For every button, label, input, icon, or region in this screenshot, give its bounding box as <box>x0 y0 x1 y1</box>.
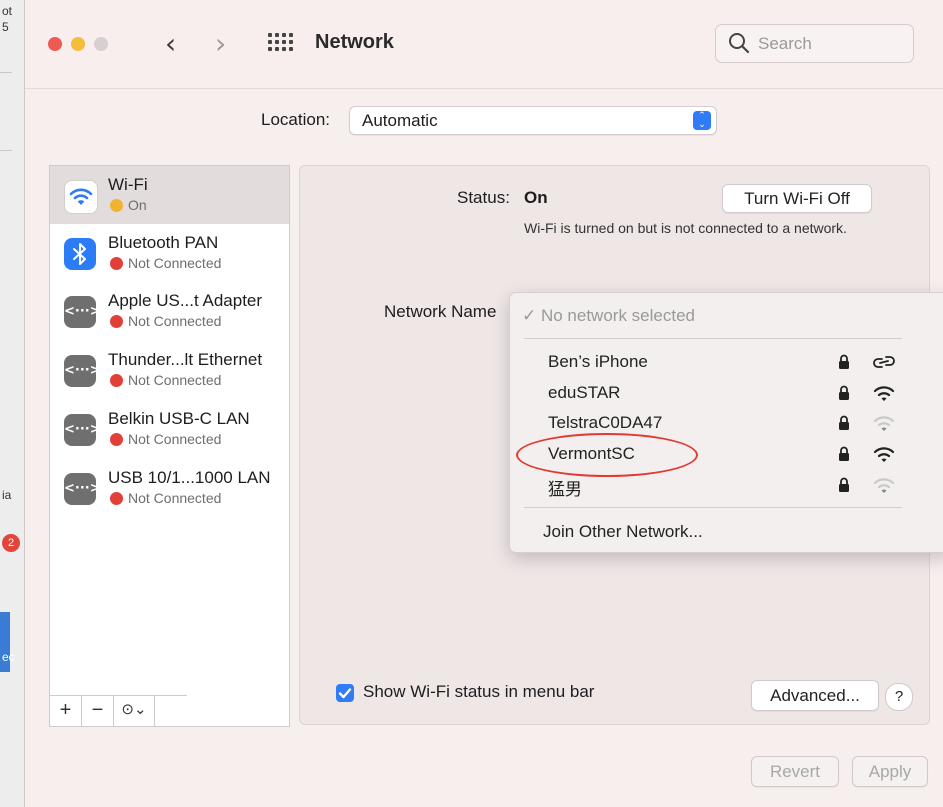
add-service-button[interactable]: + <box>50 696 82 726</box>
service-status: On <box>128 197 147 213</box>
status-dot <box>110 199 123 212</box>
network-item[interactable]: Ben’s iPhone <box>510 348 930 378</box>
status-dot <box>110 374 123 387</box>
service-status: Not Connected <box>128 490 222 506</box>
sidebar-toolbar: + − ⊙⌄ <box>50 695 187 726</box>
no-network-selected-item[interactable]: ✓ No network selected <box>522 306 695 326</box>
lock-icon <box>839 446 849 461</box>
forward-chevron-icon[interactable]: › <box>215 27 226 60</box>
network-ssid: Ben’s iPhone <box>548 352 648 371</box>
network-ssid: 猛男 <box>548 480 582 499</box>
apply-button[interactable]: Apply <box>852 756 928 787</box>
service-name: Apple US...t Adapter <box>108 291 263 310</box>
status-dot <box>110 433 123 446</box>
search-icon <box>729 33 750 54</box>
search-placeholder: Search <box>758 34 812 53</box>
minimize-window-button[interactable] <box>71 37 85 51</box>
location-select[interactable]: Automatic ⌃ ⌄ <box>349 106 717 135</box>
network-item[interactable]: eduSTAR <box>510 379 930 409</box>
service-item-wifi[interactable]: Wi-Fi On <box>50 166 289 224</box>
wifi-weak-icon <box>873 416 895 431</box>
status-dot <box>110 492 123 505</box>
network-ssid: eduSTAR <box>548 383 621 402</box>
network-dropdown-menu: ✓ No network selected Ben’s iPhone eduST… <box>509 292 943 553</box>
service-item-usb-lan[interactable]: <···> USB 10/1...1000 LAN Not Connected <box>50 459 289 517</box>
lock-icon <box>839 415 849 430</box>
background-window-edge: ot 5 ia 2 ec <box>0 0 24 807</box>
service-list: Wi-Fi On Bluetooth PAN Not Connected <··… <box>49 165 290 727</box>
zoom-window-button[interactable] <box>94 37 108 51</box>
ethernet-icon: <···> <box>64 414 101 446</box>
ethernet-icon: <···> <box>64 355 101 387</box>
wifi-weak-icon <box>873 478 895 493</box>
advanced-button[interactable]: Advanced... <box>751 680 879 711</box>
status-dot <box>110 257 123 270</box>
lock-icon <box>839 385 849 400</box>
service-name: Wi-Fi <box>108 175 148 194</box>
status-description: Wi-Fi is turned on but is not connected … <box>524 220 847 236</box>
highlight-annotation-circle <box>516 433 698 477</box>
remove-service-button[interactable]: − <box>82 696 114 726</box>
close-window-button[interactable] <box>48 37 62 51</box>
window-title: Network <box>315 31 394 53</box>
edge-divider <box>0 150 12 151</box>
service-status: Not Connected <box>128 255 222 271</box>
service-name: Bluetooth PAN <box>108 233 219 252</box>
titlebar: ‹ › Network Search <box>25 0 943 89</box>
show-wifi-status-checkbox[interactable] <box>336 684 354 702</box>
lock-icon <box>839 354 849 369</box>
ethernet-icon: <···> <box>64 473 101 505</box>
service-item-belkin-usb-c-lan[interactable]: <···> Belkin USB-C LAN Not Connected <box>50 400 289 458</box>
show-all-grid-icon[interactable] <box>268 33 294 53</box>
status-dot <box>110 315 123 328</box>
checkmark-icon <box>338 688 352 699</box>
join-other-network-item[interactable]: Join Other Network... <box>543 522 703 542</box>
service-name: Belkin USB-C LAN <box>108 409 250 428</box>
status-value: On <box>524 188 548 207</box>
ethernet-icon: <···> <box>64 296 101 328</box>
hotspot-icon <box>873 356 895 368</box>
edge-text: ia <box>2 488 12 502</box>
select-stepper-icon: ⌃ ⌄ <box>693 111 711 130</box>
edge-text: ec <box>2 650 15 664</box>
status-label: Status: <box>457 188 510 207</box>
turn-wifi-off-button[interactable]: Turn Wi-Fi Off <box>722 184 872 213</box>
edge-text: 5 <box>2 20 9 34</box>
action-menu-button[interactable]: ⊙⌄ <box>114 696 155 726</box>
location-label: Location: <box>261 110 330 129</box>
lock-icon <box>839 477 849 492</box>
bluetooth-icon <box>64 238 96 270</box>
location-value: Automatic <box>362 111 438 130</box>
service-status: Not Connected <box>128 372 222 388</box>
show-wifi-status-label: Show Wi-Fi status in menu bar <box>363 682 595 701</box>
revert-button[interactable]: Revert <box>751 756 839 787</box>
service-item-bluetooth-pan[interactable]: Bluetooth PAN Not Connected <box>50 224 289 282</box>
network-name-label: Network Name <box>384 302 497 321</box>
edge-divider <box>0 72 12 73</box>
wifi-strong-icon <box>873 386 895 401</box>
wifi-strong-icon <box>873 447 895 462</box>
network-ssid: TelstraC0DA47 <box>548 413 663 432</box>
service-status: Not Connected <box>128 313 222 329</box>
service-item-apple-usb-adapter[interactable]: <···> Apple US...t Adapter Not Connected <box>50 282 289 340</box>
back-chevron-icon[interactable]: ‹ <box>165 27 176 60</box>
search-field[interactable]: Search <box>715 24 914 63</box>
wifi-icon <box>64 180 98 214</box>
service-item-thunderbolt-ethernet[interactable]: <···> Thunder...lt Ethernet Not Connecte… <box>50 341 289 399</box>
menu-separator <box>524 338 902 339</box>
notification-badge: 2 <box>2 534 20 552</box>
service-status: Not Connected <box>128 431 222 447</box>
edge-text: ot <box>2 4 13 18</box>
help-button[interactable]: ? <box>885 683 913 711</box>
menu-separator <box>524 507 902 508</box>
service-name: Thunder...lt Ethernet <box>108 350 263 369</box>
service-name: USB 10/1...1000 LAN <box>108 468 271 487</box>
network-preferences-window: ‹ › Network Search Location: Automatic ⌃… <box>24 0 943 807</box>
